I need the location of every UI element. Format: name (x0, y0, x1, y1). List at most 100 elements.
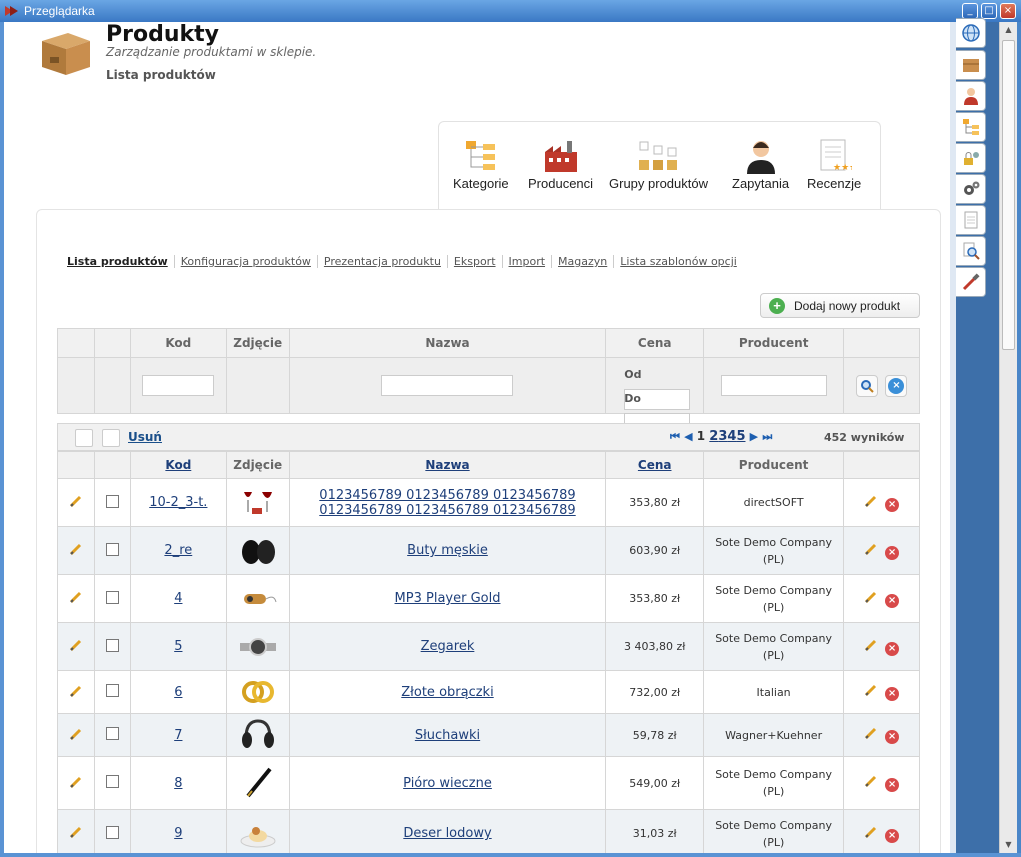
product-name-link[interactable]: Zegarek (421, 639, 475, 654)
sidebar-search[interactable] (956, 236, 986, 266)
producer-filter-input[interactable] (720, 375, 827, 396)
user-icon (963, 88, 978, 105)
module-grupy-produktow[interactable]: Grupy produktów (609, 138, 708, 191)
product-name-link[interactable]: 0123456789 0123456789 0123456789 01234567… (319, 488, 575, 518)
reset-filter-button[interactable]: × (885, 374, 908, 397)
product-code-link[interactable]: 4 (174, 591, 182, 606)
edit-row-button[interactable] (69, 776, 83, 792)
sidebar-settings[interactable] (956, 174, 986, 204)
last-page-icon[interactable]: ⏭ (762, 430, 772, 443)
product-code-link[interactable]: 10-2_3-t. (149, 495, 207, 510)
sidebar-tools[interactable] (956, 267, 986, 297)
delete-selected-link[interactable]: Usuń (128, 430, 162, 444)
delete-product-icon[interactable]: × (885, 730, 900, 744)
edit-row-button[interactable] (69, 728, 83, 744)
product-code-link[interactable]: 9 (174, 826, 182, 841)
product-name-link[interactable]: Złote obrączki (401, 685, 493, 700)
sidebar-customers[interactable] (956, 81, 986, 111)
edit-product-button[interactable] (864, 684, 878, 700)
product-name-link[interactable]: Słuchawki (415, 728, 480, 743)
document-icon (964, 211, 977, 229)
sort-by-price[interactable]: Cena (638, 458, 672, 472)
row-checkbox[interactable] (105, 684, 119, 697)
tab-konfiguracja-produktow[interactable]: Konfiguracja produktów (174, 255, 318, 268)
product-name-link[interactable]: Buty męskie (407, 543, 488, 558)
product-name-link[interactable]: MP3 Player Gold (395, 591, 501, 606)
edit-row-button[interactable] (69, 495, 83, 511)
delete-product-icon[interactable]: × (885, 778, 900, 792)
tab-magazyn[interactable]: Magazyn (552, 255, 615, 268)
sidebar-permissions[interactable] (956, 143, 986, 173)
edit-product-button[interactable] (864, 826, 878, 842)
sidebar-products[interactable] (956, 50, 986, 80)
sort-by-name[interactable]: Nazwa (425, 458, 469, 472)
delete-product-icon[interactable]: × (885, 497, 900, 512)
tab-prezentacja-produktu[interactable]: Prezentacja produktu (317, 255, 448, 268)
page-link[interactable]: 2 (709, 429, 718, 444)
edit-product-button[interactable] (864, 639, 878, 655)
product-code-link[interactable]: 6 (174, 685, 182, 700)
edit-product-button[interactable] (864, 543, 878, 559)
delete-product-icon[interactable]: × (885, 593, 900, 608)
scroll-up-icon[interactable]: ▲ (1000, 22, 1017, 38)
filter-header-kod: Kod (129, 328, 227, 358)
module-zapytania[interactable]: Zapytania (732, 138, 789, 191)
reviews-icon: ★★★ (820, 139, 852, 172)
filter-header-cena: Cena (605, 328, 705, 358)
row-checkbox[interactable] (105, 638, 119, 652)
edit-row-button[interactable] (69, 826, 83, 842)
product-code-link[interactable]: 8 (174, 776, 182, 791)
sort-by-code[interactable]: Kod (165, 458, 191, 472)
vertical-scrollbar[interactable]: ▲ ▼ (999, 22, 1017, 853)
code-filter-input[interactable] (142, 375, 215, 396)
tab-lista-produktow[interactable]: Lista produktów (67, 255, 175, 268)
product-code-link[interactable]: 7 (174, 728, 182, 743)
row-checkbox[interactable] (105, 825, 119, 839)
name-filter-input[interactable] (381, 375, 514, 396)
close-window-button[interactable]: × (1000, 3, 1016, 19)
module-kategorie[interactable]: Kategorie (453, 138, 509, 191)
scroll-down-icon[interactable]: ▼ (1000, 837, 1017, 853)
product-name-line: 0123456789 0123456789 0123456789 (319, 487, 576, 503)
row-checkbox[interactable] (105, 542, 119, 556)
scroll-thumb[interactable] (1002, 40, 1015, 350)
page-link[interactable]: 5 (736, 429, 745, 444)
sidebar-globe[interactable] (956, 18, 986, 48)
product-code-link[interactable]: 5 (174, 639, 182, 654)
delete-product-icon[interactable]: × (885, 828, 900, 843)
add-product-button[interactable]: + Dodaj nowy produkt (760, 293, 920, 318)
row-checkbox[interactable] (105, 727, 119, 740)
minimize-button[interactable]: _ (962, 3, 978, 19)
edit-selected-icon[interactable] (102, 429, 120, 447)
row-checkbox[interactable] (105, 590, 119, 604)
product-name-link[interactable]: Deser lodowy (403, 826, 491, 841)
edit-product-button[interactable] (864, 591, 878, 607)
edit-row-button[interactable] (69, 543, 83, 559)
sidebar-categories[interactable] (956, 112, 986, 142)
row-checkbox[interactable] (105, 775, 119, 788)
edit-row-button[interactable] (69, 685, 83, 701)
next-page-icon[interactable]: ▶ (750, 430, 758, 443)
print-icon[interactable] (75, 429, 93, 447)
edit-product-button[interactable] (864, 775, 878, 791)
module-recenzje[interactable]: ★★★ Recenzje (807, 138, 861, 191)
module-producenci[interactable]: Producenci (528, 138, 593, 191)
search-button[interactable] (855, 374, 878, 397)
sidebar-documents[interactable] (956, 205, 986, 235)
edit-product-button[interactable] (864, 495, 878, 511)
delete-product-icon[interactable]: × (885, 545, 900, 560)
delete-product-icon[interactable]: × (885, 687, 900, 701)
delete-product-icon[interactable]: × (885, 641, 900, 656)
edit-row-button[interactable] (69, 591, 83, 607)
product-name-link[interactable]: Pióro wieczne (403, 776, 492, 791)
first-page-icon[interactable]: ⏮ (670, 430, 680, 443)
edit-product-button[interactable] (864, 727, 878, 743)
product-code-link[interactable]: 2_re (164, 543, 192, 558)
prev-page-icon[interactable]: ◀ (684, 430, 692, 443)
maximize-button[interactable]: □ (981, 3, 997, 19)
tab-lista-szablonow-opcji[interactable]: Lista szablonów opcji (614, 255, 743, 268)
tab-import[interactable]: Import (502, 255, 553, 268)
tab-eksport[interactable]: Eksport (447, 255, 503, 268)
row-checkbox[interactable] (105, 494, 119, 508)
edit-row-button[interactable] (69, 639, 83, 655)
